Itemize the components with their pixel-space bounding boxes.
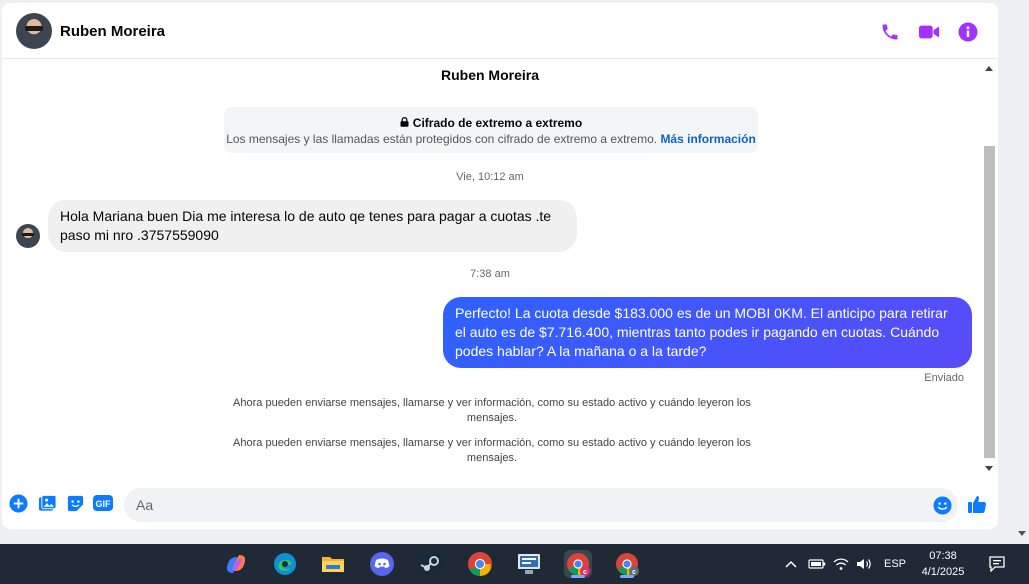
messenger-chat-window: Ruben Moreira Ruben Moreira Cifrado de e… bbox=[2, 3, 998, 529]
app-icon[interactable] bbox=[515, 550, 543, 578]
active-app-indicator bbox=[571, 575, 585, 578]
battery-icon[interactable] bbox=[808, 544, 826, 584]
svg-text:GIF: GIF bbox=[96, 499, 112, 509]
outgoing-message[interactable]: Perfecto! La cuota desde $183.000 es de … bbox=[443, 297, 972, 368]
active-app-indicator bbox=[620, 575, 634, 578]
file-explorer-icon[interactable] bbox=[319, 550, 347, 578]
encryption-text: Los mensajes y las llamadas están proteg… bbox=[226, 132, 658, 146]
clock-time: 07:38 bbox=[929, 550, 957, 562]
chrome-profile-icon[interactable]: c bbox=[613, 550, 641, 578]
sent-status: Enviado bbox=[924, 372, 964, 384]
contact-avatar[interactable] bbox=[16, 13, 52, 49]
chrome-profile-icon[interactable]: c bbox=[564, 550, 592, 578]
scroll-up-arrow-icon[interactable] bbox=[985, 66, 993, 71]
image-icon[interactable] bbox=[37, 493, 57, 513]
video-icon[interactable] bbox=[918, 21, 940, 43]
contact-avatar-small[interactable] bbox=[16, 224, 40, 248]
sticker-icon[interactable] bbox=[65, 493, 85, 513]
clock-date: 4/1/2025 bbox=[921, 566, 965, 578]
system-notice: Ahora pueden enviarse mensajes, llamarse… bbox=[233, 437, 751, 464]
plus-icon[interactable] bbox=[8, 493, 28, 513]
steam-icon[interactable] bbox=[417, 550, 445, 578]
message-input-container[interactable] bbox=[124, 488, 958, 522]
message-timestamp: 7:38 am bbox=[470, 268, 510, 280]
discord-icon[interactable] bbox=[368, 550, 396, 578]
wifi-icon[interactable] bbox=[833, 544, 849, 584]
contact-name[interactable]: Ruben Moreira bbox=[60, 23, 165, 40]
language-indicator[interactable]: ESP bbox=[884, 544, 906, 584]
copilot-icon[interactable] bbox=[222, 550, 250, 578]
scroll-thumb[interactable] bbox=[984, 146, 995, 458]
volume-icon[interactable] bbox=[856, 544, 872, 584]
taskbar-clock[interactable]: 07:38 4/1/2025 bbox=[910, 548, 976, 580]
like-icon[interactable] bbox=[967, 494, 987, 514]
lock-icon bbox=[400, 116, 409, 130]
info-icon[interactable] bbox=[957, 21, 979, 43]
notifications-icon[interactable] bbox=[988, 544, 1006, 584]
message-composer: GIF bbox=[2, 481, 998, 529]
encryption-notice: Cifrado de extremo a extremo Los mensaje… bbox=[224, 107, 758, 153]
edge-icon[interactable] bbox=[271, 550, 299, 578]
window-scroll-down-icon[interactable] bbox=[1018, 531, 1026, 536]
show-hidden-icons-icon[interactable] bbox=[784, 544, 798, 584]
chat-scrollbar[interactable] bbox=[982, 62, 997, 476]
chrome-icon[interactable] bbox=[466, 550, 494, 578]
system-notice: Ahora pueden enviarse mensajes, llamarse… bbox=[233, 397, 751, 424]
encryption-title: Cifrado de extremo a extremo bbox=[412, 116, 583, 130]
incoming-message[interactable]: Hola Mariana buen Dia me interesa lo de … bbox=[48, 200, 577, 252]
chat-header: Ruben Moreira bbox=[2, 3, 998, 59]
message-input[interactable] bbox=[136, 488, 916, 522]
gif-icon[interactable]: GIF bbox=[93, 493, 113, 513]
scroll-down-arrow-icon[interactable] bbox=[985, 466, 993, 471]
chat-title: Ruben Moreira bbox=[440, 67, 539, 83]
message-timestamp: Vie, 10:12 am bbox=[456, 171, 524, 183]
emoji-icon[interactable] bbox=[932, 495, 952, 515]
windows-taskbar: c c ESP 07:38 4/1/2025 bbox=[0, 544, 1029, 584]
more-info-link[interactable]: Más información bbox=[660, 132, 755, 146]
phone-icon[interactable] bbox=[879, 21, 901, 43]
